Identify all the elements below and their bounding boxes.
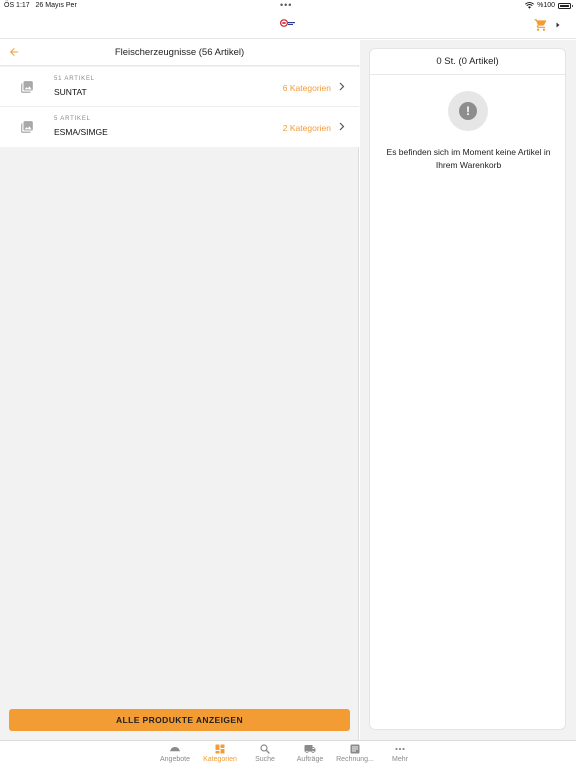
cart-area: 0 St. (0 Artikel) ! Es befinden sich im … (360, 40, 576, 740)
chevron-right-icon (339, 82, 345, 91)
truck-icon (304, 745, 316, 753)
category-subcount: 2 Kategorien (282, 123, 331, 133)
categories-icon (215, 744, 225, 754)
tab-label: Suche (255, 756, 275, 763)
category-name: SUNTAT (54, 87, 87, 97)
tab-angebote[interactable]: Angebote (153, 743, 197, 767)
invoice-icon (350, 744, 360, 754)
image-placeholder-icon (21, 121, 33, 133)
category-list: 51 ARTIKEL SUNTAT 6 Kategorien 5 ARTIKEL… (0, 67, 359, 147)
caret-right-icon[interactable] (555, 21, 561, 29)
status-date: 26 Mayıs Per (35, 2, 77, 9)
category-count: 51 ARTIKEL (54, 76, 95, 82)
brand-logo[interactable] (280, 19, 296, 27)
category-row-esma-simge[interactable]: 5 ARTIKEL ESMA/SIMGE 2 Kategorien (0, 107, 359, 147)
category-header: Fleischerzeugnisse (56 Artikel) (0, 40, 359, 66)
search-icon (260, 744, 270, 754)
empty-cart-message: Es befinden sich im Moment keine Artikel… (386, 147, 551, 170)
tab-rechnungen[interactable]: Rechnung... (333, 743, 377, 767)
shopping-cart-icon[interactable] (534, 18, 548, 32)
category-count: 5 ARTIKEL (54, 116, 91, 122)
tab-kategorien[interactable]: Kategorien (198, 743, 242, 767)
tab-auftraege[interactable]: Aufträge (288, 743, 332, 767)
all-products-button[interactable]: ALLE PRODUKTE ANZEIGEN (9, 709, 350, 731)
tab-label: Kategorien (203, 756, 237, 763)
page-title: Fleischerzeugnisse (56 Artikel) (114, 47, 245, 58)
multitasking-dots[interactable]: ••• (280, 0, 292, 10)
status-right: %100 (525, 2, 573, 9)
tab-bar: Angebote Kategorien Suche Aufträge Rechn… (0, 740, 576, 768)
category-panel: Fleischerzeugnisse (56 Artikel) 51 ARTIK… (0, 40, 359, 740)
tab-label: Angebote (160, 756, 190, 763)
chevron-right-icon (339, 122, 345, 131)
app-header (0, 13, 576, 39)
more-icon (395, 747, 405, 751)
wifi-icon (525, 2, 535, 9)
battery-icon (558, 2, 573, 9)
category-row-suntat[interactable]: 51 ARTIKEL SUNTAT 6 Kategorien (0, 67, 359, 107)
status-bar: ÖS 1:17 26 Mayıs Per ••• %100 (0, 0, 576, 13)
tab-suche[interactable]: Suche (243, 743, 287, 767)
exclamation-icon: ! (448, 91, 488, 131)
tab-mehr[interactable]: Mehr (378, 743, 422, 767)
offers-icon (170, 747, 180, 752)
tab-label: Aufträge (296, 756, 324, 763)
category-subcount: 6 Kategorien (282, 83, 331, 93)
battery-percent: %100 (537, 2, 555, 9)
tab-label: Mehr (392, 756, 408, 763)
status-time: ÖS 1:17 26 Mayıs Per (4, 2, 77, 9)
tab-label: Rechnung... (336, 756, 374, 763)
cart-summary: 0 St. (0 Artikel) (370, 49, 565, 75)
category-name: ESMA/SIMGE (54, 127, 108, 137)
cart-panel: 0 St. (0 Artikel) ! Es befinden sich im … (369, 48, 566, 730)
image-placeholder-icon (21, 81, 33, 93)
